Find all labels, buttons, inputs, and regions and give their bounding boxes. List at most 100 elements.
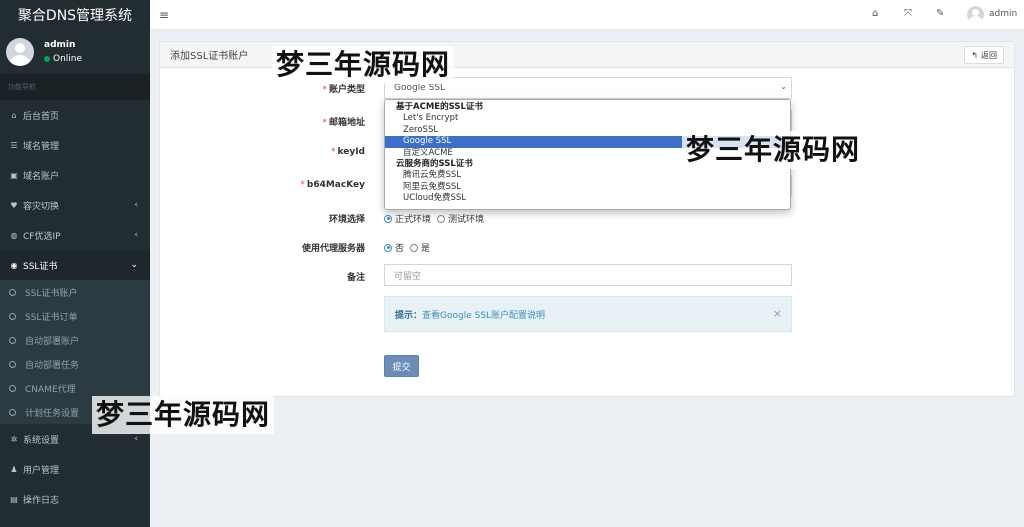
proxy-radio-no[interactable] bbox=[384, 243, 392, 252]
submenu-item-label: SSL证书账户 bbox=[25, 288, 78, 299]
env-option-label: 正式环境 bbox=[395, 215, 432, 225]
sidebar-item-cf-ip[interactable]: ◍ CF优选IP ‹ bbox=[0, 220, 150, 250]
sidebar-item-label: 容灾切换 bbox=[23, 201, 60, 212]
gears-icon: ✲ bbox=[10, 434, 18, 444]
top-user-name[interactable]: admin bbox=[989, 9, 1017, 19]
circle-icon bbox=[9, 408, 16, 416]
env-label: 环境选择 bbox=[328, 215, 365, 225]
submenu-item-ssl-orders[interactable]: SSL证书订单 bbox=[0, 304, 150, 328]
log-icon: ▤ bbox=[10, 494, 18, 504]
remark-placeholder: 可留空 bbox=[394, 271, 422, 282]
env-radio-group: 正式环境 测试环境 bbox=[384, 212, 490, 225]
proxy-option-label: 是 bbox=[421, 244, 431, 254]
env-option-label: 测试环境 bbox=[448, 215, 485, 225]
sidebar-item-domain-accounts[interactable]: ▣ 域名账户 bbox=[0, 160, 150, 190]
user-name: admin bbox=[44, 40, 76, 50]
submenu-item-ssl-accounts[interactable]: SSL证书账户 bbox=[0, 280, 150, 304]
dropdown-option[interactable]: UCloud免费SSL bbox=[385, 193, 790, 205]
dropdown-option[interactable]: 腾讯云免费SSL bbox=[385, 170, 790, 182]
proxy-radio-group: 否 是 bbox=[384, 241, 436, 254]
chevron-down-icon: ⌄ bbox=[780, 82, 787, 91]
submenu-item-deploy-tasks[interactable]: 自动部署任务 bbox=[0, 352, 150, 376]
hint-link[interactable]: 查看Google SSL账户配置说明 bbox=[422, 308, 545, 321]
brand-title[interactable]: 聚合DNS管理系统 bbox=[0, 0, 150, 30]
dropdown-group-acme: 基于ACME的SSL证书 bbox=[396, 102, 483, 112]
b64-label-text: b64MacKey bbox=[306, 180, 365, 190]
submenu-item-label: CNAME代理 bbox=[25, 384, 76, 395]
required-mark: * bbox=[322, 118, 327, 128]
remark-label: 备注 bbox=[346, 273, 365, 283]
submenu-item-label: 自动部署任务 bbox=[25, 360, 80, 371]
heartbeat-icon: ♥ bbox=[10, 200, 18, 210]
topbar: ≡ ⌂ ⤧ ✎ admin bbox=[150, 0, 1024, 30]
wrench-icon[interactable]: ✎ bbox=[936, 8, 944, 19]
shield-icon: ◉ bbox=[10, 260, 18, 270]
user-status-text: Online bbox=[53, 54, 83, 64]
circle-icon bbox=[9, 384, 16, 392]
home-icon[interactable]: ⌂ bbox=[872, 8, 878, 19]
dropdown-option[interactable]: 阿里云免费SSL bbox=[385, 182, 790, 194]
keyid-label-text: keyId bbox=[337, 147, 365, 157]
email-label: * 邮箱地址 bbox=[322, 115, 365, 128]
sidebar-item-label: 用户管理 bbox=[23, 465, 60, 476]
hint-box: 提示： 查看Google SSL账户配置说明 × bbox=[384, 296, 792, 332]
list-icon: ☰ bbox=[10, 140, 18, 150]
back-button[interactable]: ↰ 返回 bbox=[964, 46, 1004, 64]
sidebar-item-label: 域名账户 bbox=[23, 171, 60, 182]
submenu-item-label: 计划任务设置 bbox=[25, 408, 80, 419]
menu-toggle-icon[interactable]: ≡ bbox=[159, 8, 169, 22]
keyid-label: * keyId bbox=[331, 147, 365, 157]
dropdown-option[interactable]: Let's Encrypt bbox=[385, 113, 790, 125]
home-icon: ⌂ bbox=[11, 110, 17, 120]
user-icon: ♟ bbox=[10, 464, 18, 474]
chevron-left-icon: ‹ bbox=[134, 434, 138, 444]
env-radio-production[interactable] bbox=[384, 214, 392, 223]
required-mark: * bbox=[300, 180, 305, 190]
watermark: 梦三年源码网 bbox=[272, 46, 455, 84]
user-status: Online bbox=[44, 54, 82, 64]
sidebar-item-domains[interactable]: ☰ 域名管理 bbox=[0, 130, 150, 160]
back-arrow-icon: ↰ bbox=[971, 50, 978, 60]
avatar bbox=[6, 38, 34, 66]
chevron-down-icon: ⌄ bbox=[130, 260, 138, 270]
sidebar: 聚合DNS管理系统 admin Online 功能导航 ⌂ 后台首页 ☰ 域名管… bbox=[0, 0, 150, 527]
proxy-option-label: 否 bbox=[395, 244, 405, 254]
sidebar-item-users[interactable]: ♟ 用户管理 bbox=[0, 454, 150, 484]
proxy-label: 使用代理服务器 bbox=[301, 244, 365, 254]
fullscreen-icon[interactable]: ⤧ bbox=[904, 8, 912, 19]
nav-header: 功能导航 bbox=[0, 74, 150, 100]
sidebar-item-home[interactable]: ⌂ 后台首页 bbox=[0, 100, 150, 130]
sidebar-item-label: 后台首页 bbox=[23, 111, 60, 122]
sidebar-item-ssl[interactable]: ◉ SSL证书 ⌄ bbox=[0, 250, 150, 280]
submenu-item-deploy-accounts[interactable]: 自动部署账户 bbox=[0, 328, 150, 352]
account-type-label-text: 账户类型 bbox=[328, 85, 365, 95]
sidebar-item-failover[interactable]: ♥ 容灾切换 ‹ bbox=[0, 190, 150, 220]
form-panel: 添加SSL证书账户 ↰ 返回 * 账户类型 Google SSL ⌄ * 邮箱地址 … bbox=[159, 41, 1015, 397]
email-label-text: 邮箱地址 bbox=[328, 118, 365, 128]
proxy-radio-yes[interactable] bbox=[410, 243, 419, 252]
remark-input[interactable]: 可留空 bbox=[384, 264, 792, 286]
close-icon[interactable]: × bbox=[773, 307, 782, 320]
chevron-left-icon: ‹ bbox=[134, 230, 138, 240]
watermark: 梦三年源码网 bbox=[92, 396, 275, 434]
b64-label: * b64MacKey bbox=[300, 180, 365, 190]
submit-button[interactable]: 提交 bbox=[384, 355, 419, 377]
sidebar-item-logs[interactable]: ▤ 操作日志 bbox=[0, 484, 150, 514]
watermark: 梦三年源码网 bbox=[682, 131, 865, 169]
sidebar-item-label: 操作日志 bbox=[23, 495, 60, 506]
sidebar-item-label: SSL证书 bbox=[23, 261, 58, 272]
page-title: 添加SSL证书账户 bbox=[170, 51, 249, 62]
lock-icon: ▣ bbox=[10, 170, 18, 180]
env-radio-test[interactable] bbox=[437, 214, 446, 223]
circle-icon bbox=[9, 336, 16, 344]
back-button-label: 返回 bbox=[981, 50, 997, 60]
required-mark: * bbox=[330, 147, 336, 157]
circle-icon bbox=[9, 312, 16, 320]
online-dot-icon bbox=[44, 56, 50, 62]
chevron-left-icon: ‹ bbox=[134, 200, 138, 210]
hint-title: 提示： bbox=[395, 310, 423, 321]
submenu-item-label: 自动部署账户 bbox=[25, 336, 80, 347]
required-mark: * bbox=[322, 85, 327, 95]
circle-icon bbox=[9, 288, 16, 296]
avatar[interactable] bbox=[967, 6, 984, 23]
